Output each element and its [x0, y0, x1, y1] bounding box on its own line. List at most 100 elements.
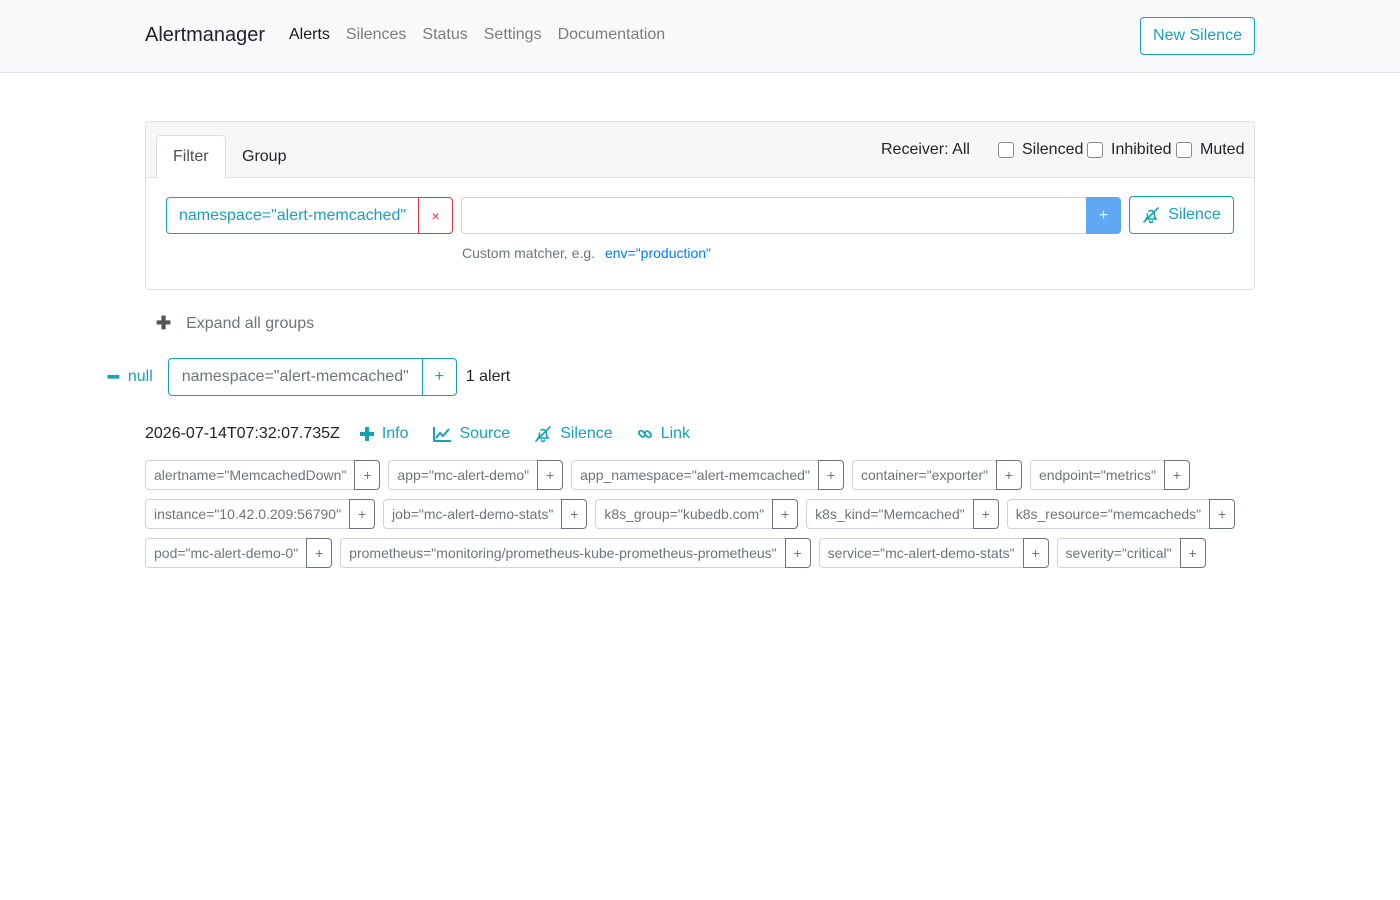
bell-slash-icon: [535, 426, 552, 443]
add-label-filter-button[interactable]: +: [349, 499, 376, 529]
label-text: job="mc-alert-demo-stats": [383, 499, 562, 529]
filter-card-header: Filter Group Receiver: All Silenced Inhi…: [146, 122, 1254, 179]
label-chip-job: job="mc-alert-demo-stats" +: [383, 499, 588, 529]
matcher-hint: Custom matcher, e.g. env="production": [462, 245, 711, 261]
checkbox-box[interactable]: [998, 142, 1014, 158]
bell-slash-icon: [1143, 207, 1160, 224]
label-chip-container: container="exporter" +: [851, 460, 1023, 490]
top-navbar: Alertmanager Alerts Silences Status Sett…: [0, 0, 1400, 73]
add-label-filter-button[interactable]: +: [772, 499, 799, 529]
link-icon: [637, 429, 652, 439]
silenced-checkbox[interactable]: Silenced: [998, 141, 1083, 159]
label-text: app="mc-alert-demo": [388, 460, 538, 490]
source-label: Source: [459, 425, 511, 442]
label-chip-service: service="mc-alert-demo-stats" +: [818, 538, 1049, 568]
chart-line-icon: [432, 427, 451, 442]
filter-card: Filter Group Receiver: All Silenced Inhi…: [145, 121, 1255, 290]
label-row: alertname="MemcachedDown" + app="mc-aler…: [145, 460, 1245, 490]
group-matcher-chip: namespace="alert-memcached" +: [167, 358, 457, 396]
label-text: endpoint="metrics": [1030, 460, 1164, 490]
label-chip-instance: instance="10.42.0.209:56790" +: [145, 499, 376, 529]
silence-alert-label: Silence: [560, 425, 613, 442]
tab-filter[interactable]: Filter: [156, 135, 226, 179]
inhibited-label: Inhibited: [1111, 141, 1172, 158]
info-button[interactable]: Info: [359, 425, 409, 443]
add-label-filter-button[interactable]: +: [1179, 538, 1206, 568]
remove-matcher-button[interactable]: ×: [418, 197, 454, 234]
muted-checkbox[interactable]: Muted: [1176, 141, 1244, 159]
info-label: Info: [381, 425, 409, 442]
silence-filter-label: Silence: [1168, 206, 1221, 223]
hint-text: Custom matcher, e.g.: [462, 245, 596, 261]
add-label-filter-button[interactable]: +: [354, 460, 381, 490]
expand-all-label: Expand all groups: [186, 314, 315, 332]
add-label-filter-button[interactable]: +: [784, 538, 811, 568]
label-chip-pod: pod="mc-alert-demo-0" +: [145, 538, 333, 568]
alert-row: 2026-07-14T07:32:07.735Z Info Source Sil…: [145, 423, 714, 445]
active-matcher-chip: namespace="alert-memcached" ×: [166, 197, 454, 234]
source-button[interactable]: Source: [432, 425, 511, 443]
label-text: severity="critical": [1056, 538, 1180, 568]
add-matcher-button[interactable]: +: [1086, 197, 1121, 234]
label-text: app_namespace="alert-memcached": [571, 460, 818, 490]
alert-timestamp: 2026-07-14T07:32:07.735Z: [145, 425, 340, 442]
nav-status[interactable]: Status: [422, 26, 467, 44]
link-button[interactable]: Link: [637, 425, 690, 443]
label-row: pod="mc-alert-demo-0" + prometheus="moni…: [145, 538, 1245, 568]
label-chip-app-namespace: app_namespace="alert-memcached" +: [571, 460, 844, 490]
label-text: alertname="MemcachedDown": [145, 460, 355, 490]
nav-alerts[interactable]: Alerts: [289, 26, 330, 44]
nav-silences[interactable]: Silences: [346, 26, 406, 44]
silence-alert-button[interactable]: Silence: [534, 425, 613, 443]
add-label-filter-button[interactable]: +: [817, 460, 844, 490]
receiver-dropdown[interactable]: Receiver: All: [881, 141, 970, 159]
new-silence-button[interactable]: New Silence: [1140, 17, 1255, 55]
label-text: prometheus="monitoring/prometheus-kube-p…: [340, 538, 785, 568]
minus-icon: ━: [108, 366, 119, 387]
alert-labels: alertname="MemcachedDown" + app="mc-aler…: [145, 460, 1245, 577]
label-chip-prometheus: prometheus="monitoring/prometheus-kube-p…: [340, 538, 811, 568]
link-label: Link: [660, 425, 691, 442]
nav-documentation[interactable]: Documentation: [558, 26, 666, 44]
silence-filter-button[interactable]: Silence: [1129, 196, 1234, 234]
label-text: container="exporter": [851, 460, 997, 490]
label-text: k8s_group="kubedb.com": [595, 499, 773, 529]
label-chip-endpoint: endpoint="metrics" +: [1030, 460, 1190, 490]
label-text: instance="10.42.0.209:56790": [145, 499, 350, 529]
label-text: service="mc-alert-demo-stats": [818, 538, 1023, 568]
label-chip-alertname: alertname="MemcachedDown" +: [145, 460, 381, 490]
alert-count: 1 alert: [465, 368, 511, 385]
expand-all-groups[interactable]: ✚ Expand all groups: [156, 313, 314, 334]
label-chip-k8s-group: k8s_group="kubedb.com" +: [595, 499, 799, 529]
add-label-filter-button[interactable]: +: [561, 499, 588, 529]
add-label-filter-button[interactable]: +: [1163, 460, 1190, 490]
active-matcher-label[interactable]: namespace="alert-memcached": [166, 197, 419, 234]
hint-example-link[interactable]: env="production": [605, 245, 711, 261]
add-label-filter-button[interactable]: +: [1022, 538, 1049, 568]
label-text: k8s_resource="memcacheds": [1006, 499, 1210, 529]
add-label-filter-button[interactable]: +: [1209, 499, 1236, 529]
label-text: pod="mc-alert-demo-0": [145, 538, 307, 568]
tab-group[interactable]: Group: [226, 135, 302, 179]
add-label-filter-button[interactable]: +: [537, 460, 564, 490]
group-matcher-label: namespace="alert-memcached": [167, 358, 422, 396]
checkbox-box[interactable]: [1087, 142, 1103, 158]
brand-title[interactable]: Alertmanager: [145, 24, 265, 47]
add-label-filter-button[interactable]: +: [306, 538, 333, 568]
add-label-filter-button[interactable]: +: [996, 460, 1023, 490]
checkbox-box[interactable]: [1176, 142, 1192, 158]
plus-icon: [359, 427, 374, 441]
label-row: instance="10.42.0.209:56790" + job="mc-a…: [145, 499, 1245, 529]
add-group-matcher-button[interactable]: +: [421, 358, 457, 396]
label-text: k8s_kind="Memcached": [806, 499, 973, 529]
inhibited-checkbox[interactable]: Inhibited: [1087, 141, 1172, 159]
add-label-filter-button[interactable]: +: [972, 499, 999, 529]
silenced-label: Silenced: [1022, 141, 1084, 158]
muted-label: Muted: [1200, 141, 1245, 158]
custom-matcher-input[interactable]: [461, 197, 1087, 234]
collapse-group-toggle[interactable]: ━ null: [108, 367, 153, 388]
label-chip-k8s-kind: k8s_kind="Memcached" +: [806, 499, 999, 529]
nav-settings[interactable]: Settings: [484, 26, 542, 44]
label-chip-severity: severity="critical" +: [1056, 538, 1206, 568]
label-chip-app: app="mc-alert-demo" +: [388, 460, 564, 490]
